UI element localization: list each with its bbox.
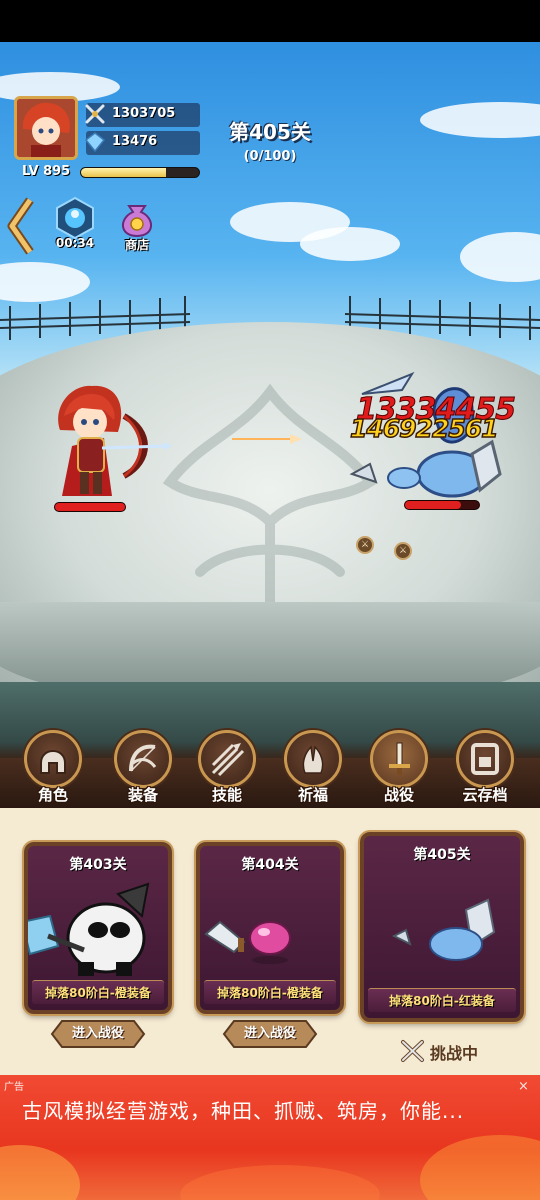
enter-button-label: 进入战役	[71, 1026, 124, 1041]
experience-bar	[80, 167, 200, 178]
ad-decoration	[0, 1145, 80, 1200]
drop-text: 掉落80阶白-红装备	[389, 994, 495, 1008]
stage-card-405-current[interactable]: 第405关 掉落80阶白-红装备	[360, 832, 524, 1022]
menu-label: 技能	[211, 786, 242, 804]
stage-card-404[interactable]: 第404关 掉落80阶白-橙装备	[196, 842, 344, 1014]
stage-card-title: 第405关	[413, 847, 471, 863]
menu-ring	[114, 730, 172, 788]
challenging-label: 挑战中	[430, 1044, 479, 1063]
stage-title: 第405关	[229, 120, 311, 144]
back-chevron-icon[interactable]	[6, 196, 36, 256]
hero-health-bar	[54, 502, 126, 512]
cloud	[300, 227, 400, 261]
flying-arrow	[232, 434, 302, 444]
sword-slime-enemy-icon	[204, 920, 291, 964]
shop-label: 商店	[124, 238, 149, 252]
menu-label: 祈福	[297, 786, 328, 804]
enemy-shield-badge-icon: ⚔	[356, 536, 374, 554]
menu-ring	[456, 730, 514, 788]
ad-headline: 古风模拟经营游戏，种田、抓贼、筑房，你能...	[22, 1099, 465, 1123]
gems-stat: 13476	[84, 131, 200, 155]
damage-number-yellow: 146922561	[349, 413, 499, 444]
menu-label: 角色	[37, 786, 68, 804]
hero-portrait-icon	[17, 99, 75, 157]
shop-button[interactable]: 商店	[110, 196, 164, 254]
enemy-shield-badge-icon: ⚔	[394, 542, 412, 560]
bow-icon	[129, 744, 157, 772]
cloud	[460, 232, 540, 282]
menu-item-equipment[interactable]: 装备	[106, 730, 180, 806]
menu-label: 云存档	[462, 786, 508, 804]
crossed-swords-icon	[401, 1040, 424, 1062]
ad-banner[interactable]: 广告 × 古风模拟经营游戏，种田、抓贼、筑房，你能...	[0, 1075, 540, 1200]
combat-power-stat: 1303705	[85, 103, 200, 127]
menu-ring	[370, 730, 428, 788]
menu-item-skills[interactable]: 技能	[190, 730, 264, 806]
player-level: LV 895	[22, 164, 70, 179]
enemy-health-fill	[405, 501, 461, 509]
arrows-icon	[211, 743, 245, 777]
stage-card-footer: 掉落80阶白-橙装备	[204, 980, 336, 1004]
cloud-save-icon	[471, 743, 499, 775]
helmet-icon	[40, 750, 66, 774]
stage-card-403[interactable]: 第403关 掉落80阶白-橙装备	[24, 842, 172, 1014]
hero-archer-character	[58, 385, 172, 496]
money-bag-icon	[122, 205, 152, 238]
sword-icon	[389, 742, 410, 775]
status-bar	[0, 0, 540, 42]
hero-health-fill	[55, 503, 125, 511]
experience-fill	[81, 168, 166, 177]
diamond-icon	[84, 132, 106, 153]
stage-progress: (0/100)	[243, 149, 297, 164]
crossed-swords-icon	[85, 104, 105, 124]
cloud	[420, 102, 540, 138]
timer-label: 00:34	[55, 236, 95, 250]
menu-ring	[198, 730, 256, 788]
menu-item-blessing[interactable]: 祈福	[276, 730, 350, 806]
enemy-health-bar	[404, 500, 480, 510]
shield-slime-enemy-icon	[391, 898, 496, 961]
stage-card-footer: 掉落80阶白-橙装备	[32, 980, 164, 1004]
combat-power-value: 1303705	[112, 106, 176, 121]
enter-campaign-button-403[interactable]: 进入战役	[50, 1018, 146, 1050]
drop-text: 掉落80阶白-橙装备	[45, 986, 151, 1000]
enter-button-label: 进入战役	[243, 1026, 296, 1041]
menu-item-cloud-save[interactable]: 云存档	[448, 730, 522, 806]
menu-ring	[24, 730, 82, 788]
ad-decoration	[180, 1165, 380, 1200]
enter-campaign-button-404[interactable]: 进入战役	[222, 1018, 318, 1050]
ad-label: 广告	[4, 1082, 24, 1093]
timed-reward-button[interactable]: 00:34	[48, 196, 102, 254]
pray-hands-icon	[302, 745, 324, 774]
ad-decoration	[420, 1135, 540, 1200]
stage-card-title: 第404关	[241, 857, 299, 873]
drop-text: 掉落80阶白-橙装备	[217, 986, 323, 1000]
stage-card-title: 第403关	[69, 857, 127, 873]
portal-icon	[56, 196, 94, 240]
menu-item-character[interactable]: 角色	[16, 730, 90, 806]
menu-label: 战役	[383, 786, 414, 804]
level-label: LV	[22, 164, 39, 179]
menu-item-campaign[interactable]: 战役	[362, 730, 436, 806]
panda-warrior-boss-icon	[28, 882, 150, 976]
menu-ring	[284, 730, 342, 788]
menu-label: 装备	[127, 786, 158, 804]
stage-card-footer: 掉落80阶白-红装备	[368, 988, 516, 1012]
ad-close-icon[interactable]: ×	[518, 1079, 529, 1094]
player-avatar[interactable]	[14, 96, 78, 160]
gems-value: 13476	[112, 134, 158, 149]
level-value: 895	[43, 164, 71, 179]
